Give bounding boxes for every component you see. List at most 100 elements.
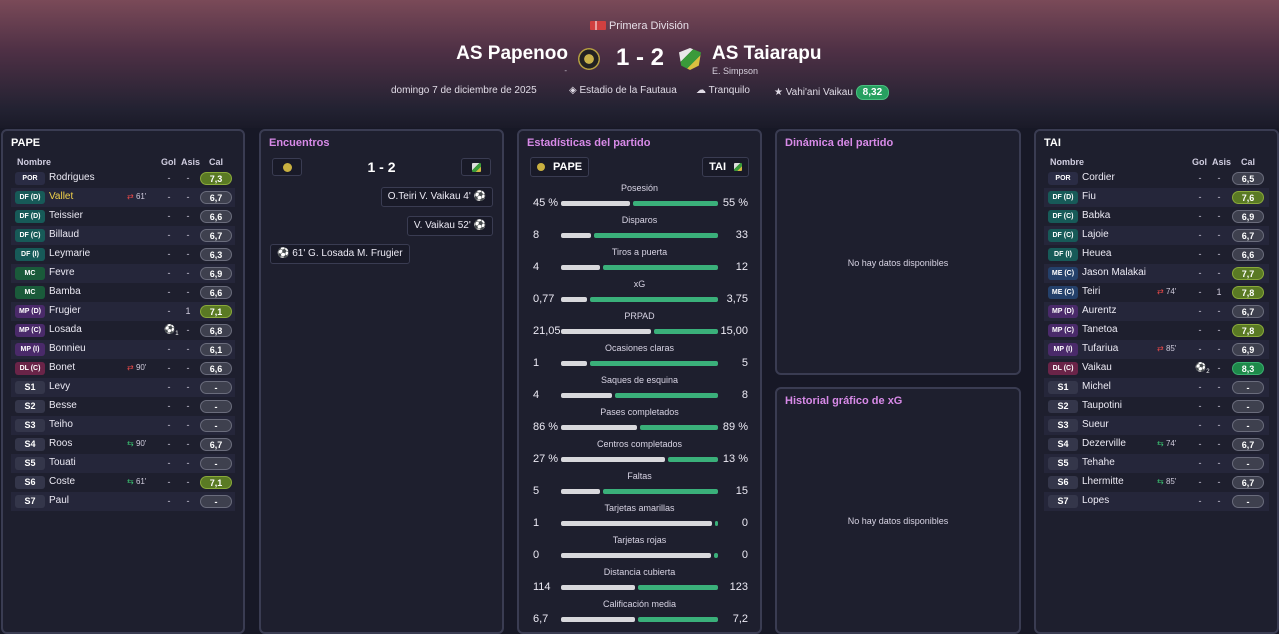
- stat-away-value: 13 %: [722, 453, 748, 465]
- col-name[interactable]: Nombre: [17, 157, 51, 167]
- player-row[interactable]: DF (C) Billaud - -6,7: [11, 226, 235, 245]
- player-row[interactable]: MC Fevre - -6,9: [11, 264, 235, 283]
- match-date: domingo 7 de diciembre de 2025: [391, 85, 537, 96]
- player-name[interactable]: Besse: [49, 400, 77, 411]
- col-name[interactable]: Nombre: [1050, 157, 1084, 167]
- player-row[interactable]: S5 Tehahe - - -: [1044, 454, 1269, 473]
- player-row[interactable]: S1 Michel - - -: [1044, 378, 1269, 397]
- sub-out-icon: ⇄: [127, 363, 136, 372]
- col-cal[interactable]: Cal: [1241, 157, 1255, 167]
- player-row[interactable]: MP (D) Aurentz - - 6,7: [1044, 302, 1269, 321]
- player-name[interactable]: Fevre: [49, 267, 75, 278]
- player-row[interactable]: S4 Dezerville ⇆ 74' - - 6,7: [1044, 435, 1269, 454]
- player-name[interactable]: Frugier: [49, 305, 81, 316]
- player-row[interactable]: DF (D) Vallet ⇄ 61' - -6,7: [11, 188, 235, 207]
- col-gol[interactable]: Gol: [161, 157, 176, 167]
- player-row[interactable]: POR Cordier - - 6,5: [1044, 169, 1269, 188]
- player-name[interactable]: Roos: [49, 438, 72, 449]
- player-row[interactable]: MC Bamba - -6,6: [11, 283, 235, 302]
- player-name[interactable]: Lajoie: [1082, 229, 1109, 240]
- stat-label: Faltas: [627, 471, 652, 481]
- player-name[interactable]: Billaud: [49, 229, 79, 240]
- player-row[interactable]: S7 Lopes - - -: [1044, 492, 1269, 511]
- away-team-tag[interactable]: TAI: [702, 157, 749, 177]
- player-row[interactable]: MP (I) Bonnieu - -6,1: [11, 340, 235, 359]
- player-name[interactable]: Fiu: [1082, 191, 1096, 202]
- player-name[interactable]: Vallet: [49, 191, 73, 202]
- player-name[interactable]: Teiri: [1082, 286, 1100, 297]
- player-name[interactable]: Tehahe: [1082, 457, 1115, 468]
- player-row[interactable]: S4 Roos ⇆ 90' - -6,7: [11, 435, 235, 454]
- player-name[interactable]: Cordier: [1082, 172, 1115, 183]
- player-of-match[interactable]: ★ Vahi'ani Vaikau 8,32: [774, 85, 890, 100]
- player-name[interactable]: Paul: [49, 495, 69, 506]
- player-row[interactable]: DF (D) Fiu - - 7,6: [1044, 188, 1269, 207]
- player-name[interactable]: Bonet: [49, 362, 75, 373]
- away-team-name[interactable]: AS Taiarapu: [712, 43, 821, 65]
- col-asis[interactable]: Asis: [1212, 157, 1231, 167]
- event-text: V. Vaikau 52': [413, 220, 471, 231]
- player-row[interactable]: DF (C) Lajoie - - 6,7: [1044, 226, 1269, 245]
- player-name[interactable]: Michel: [1082, 381, 1111, 392]
- player-row[interactable]: DL (C) Bonet ⇄ 90' - -6,6: [11, 359, 235, 378]
- player-name[interactable]: Taupotini: [1082, 400, 1122, 411]
- player-row[interactable]: DF (C) Babka - - 6,9: [1044, 207, 1269, 226]
- player-name[interactable]: Bamba: [49, 286, 81, 297]
- substitution: ⇆ 74': [1157, 439, 1176, 448]
- home-team-name[interactable]: AS Papenoo: [456, 43, 568, 65]
- away-manager[interactable]: E. Simpson: [712, 66, 758, 76]
- player-name[interactable]: Coste: [49, 476, 75, 487]
- col-gol[interactable]: Gol: [1192, 157, 1207, 167]
- player-name[interactable]: Dezerville: [1082, 438, 1126, 449]
- player-row[interactable]: S6 Lhermitte ⇆ 85' - - 6,7: [1044, 473, 1269, 492]
- player-name[interactable]: Losada: [49, 324, 82, 335]
- player-row[interactable]: MP (D) Frugier - 1 7,1: [11, 302, 235, 321]
- col-asis[interactable]: Asis: [181, 157, 200, 167]
- player-row[interactable]: S6 Coste ⇆ 61' - -7,1: [11, 473, 235, 492]
- col-cal[interactable]: Cal: [209, 157, 223, 167]
- player-name[interactable]: Teissier: [49, 210, 83, 221]
- player-row[interactable]: S3 Sueur - - -: [1044, 416, 1269, 435]
- player-name[interactable]: Touati: [49, 457, 76, 468]
- player-row[interactable]: MP (C) Losada ⚽1-6,8: [11, 321, 235, 340]
- home-team-tag[interactable]: PAPE: [530, 157, 590, 177]
- goal-event[interactable]: ⚽ 61' G. Losada M. Frugier: [270, 244, 410, 264]
- player-row[interactable]: DL (C) Vaikau ⚽2- 8,3: [1044, 359, 1269, 378]
- player-name[interactable]: Lopes: [1082, 495, 1109, 506]
- player-row[interactable]: DF (D) Teissier - -6,6: [11, 207, 235, 226]
- goal-event[interactable]: O.Teiri V. Vaikau 4' ⚽: [380, 187, 493, 207]
- player-name[interactable]: Heuea: [1082, 248, 1111, 259]
- player-name[interactable]: Teiho: [49, 419, 73, 430]
- player-row[interactable]: MP (C) Tanetoa - - 7,8: [1044, 321, 1269, 340]
- player-name[interactable]: Aurentz: [1082, 305, 1116, 316]
- player-row[interactable]: MP (I) Tufariua ⇄ 85' - - 6,9: [1044, 340, 1269, 359]
- goal-event[interactable]: V. Vaikau 52' ⚽: [406, 216, 493, 236]
- player-row[interactable]: DF (I) Leymarie - -6,3: [11, 245, 235, 264]
- player-row[interactable]: ME (C) Teiri ⇄ 74' - 1 7,8: [1044, 283, 1269, 302]
- player-row[interactable]: S3 Teiho - - -: [11, 416, 235, 435]
- player-name[interactable]: Sueur: [1082, 419, 1109, 430]
- player-row[interactable]: DF (I) Heuea - - 6,6: [1044, 245, 1269, 264]
- player-row[interactable]: S7 Paul - - -: [11, 492, 235, 511]
- player-row[interactable]: POR Rodrigues - -7,3: [11, 169, 235, 188]
- player-row[interactable]: S2 Besse - - -: [11, 397, 235, 416]
- player-name[interactable]: Tufariua: [1082, 343, 1118, 354]
- player-name[interactable]: Lhermitte: [1082, 476, 1124, 487]
- player-name[interactable]: Leymarie: [49, 248, 90, 259]
- competition-label[interactable]: Primera División: [0, 20, 1279, 32]
- stadium[interactable]: ◈ Estadio de la Fautaua: [569, 85, 677, 96]
- player-name[interactable]: Vaikau: [1082, 362, 1112, 373]
- stat-row: Centros completados 27 % 13 %: [527, 439, 752, 471]
- player-name[interactable]: Rodrigues: [49, 172, 95, 183]
- player-row[interactable]: S1 Levy - - -: [11, 378, 235, 397]
- rating-badge: 6,8: [200, 324, 232, 337]
- assists-value: -: [1217, 306, 1221, 316]
- player-name[interactable]: Jason Malakai: [1082, 267, 1146, 278]
- player-row[interactable]: ME (C) Jason Malakai - - 7,7: [1044, 264, 1269, 283]
- player-name[interactable]: Bonnieu: [49, 343, 86, 354]
- player-name[interactable]: Tanetoa: [1082, 324, 1118, 335]
- player-row[interactable]: S2 Taupotini - - -: [1044, 397, 1269, 416]
- player-row[interactable]: S5 Touati - - -: [11, 454, 235, 473]
- player-name[interactable]: Babka: [1082, 210, 1110, 221]
- player-name[interactable]: Levy: [49, 381, 70, 392]
